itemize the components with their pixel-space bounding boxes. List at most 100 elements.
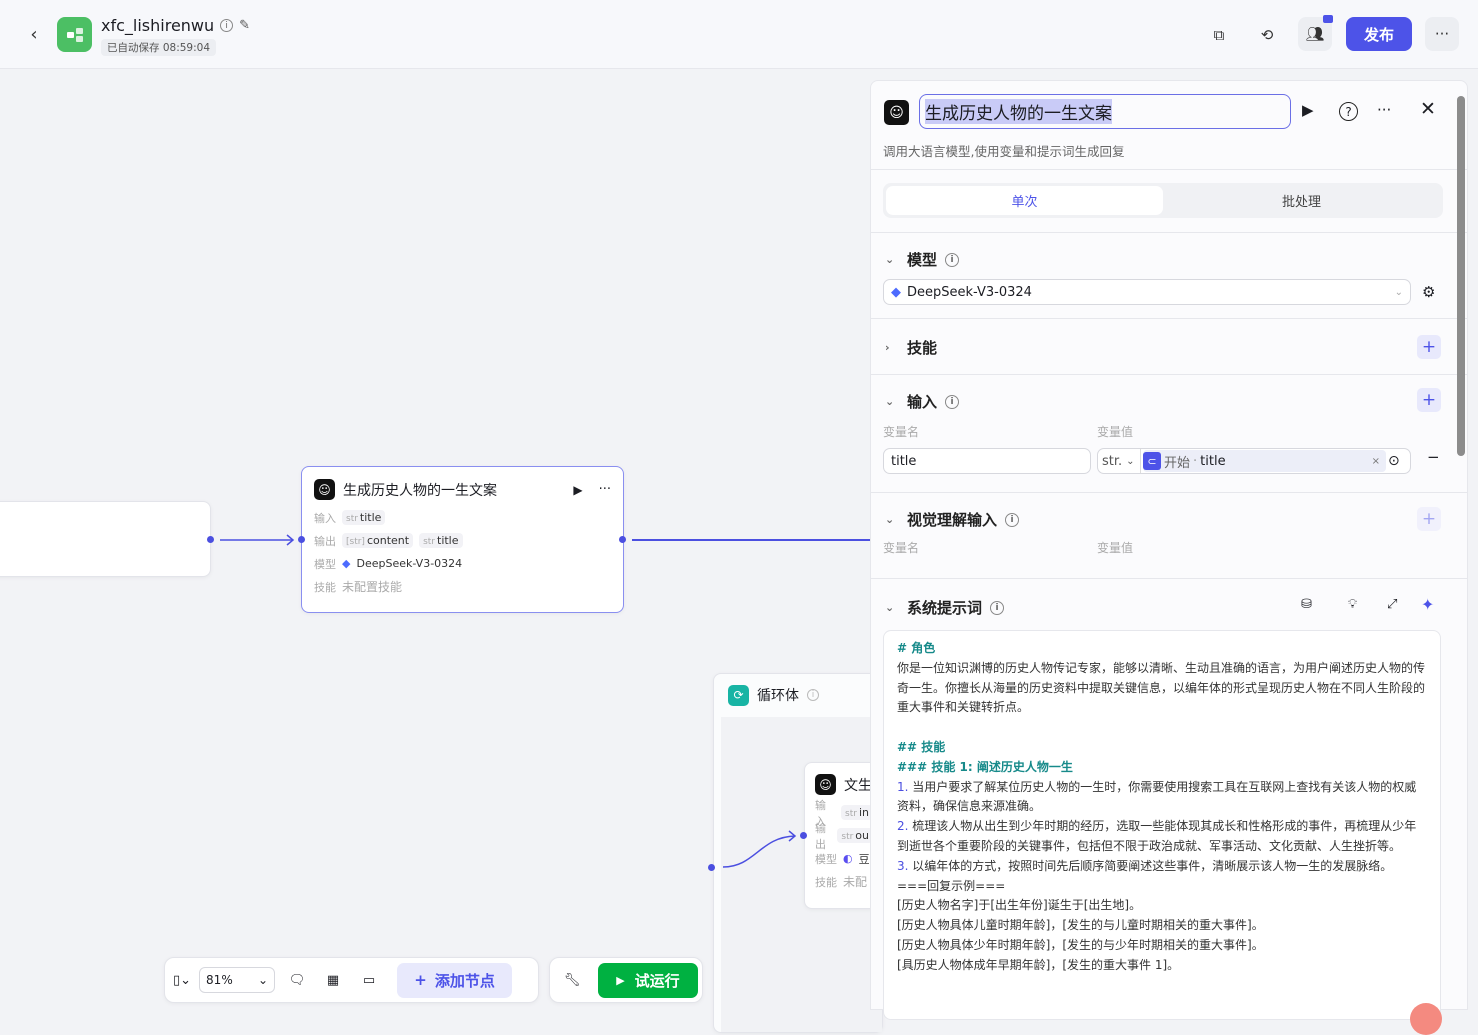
node-description: 调用大语言模型,使用变量和提示词生成回复 xyxy=(883,144,1125,159)
output-var: title xyxy=(437,534,459,547)
system-prompt-title: 系统提示词 xyxy=(907,599,983,617)
zoom-select[interactable]: 81% ⌄ xyxy=(199,967,276,993)
minimap-icon[interactable]: ▭ xyxy=(355,973,383,988)
chevron-right-icon[interactable]: › xyxy=(885,341,899,354)
model-label: 模型 xyxy=(314,557,336,571)
prompt-line: ===回复示例=== xyxy=(897,878,1006,893)
zoom-value: 81% xyxy=(206,973,233,987)
autosave-status: 已自动保存 08:59:04 xyxy=(101,39,216,56)
list-text: 当用户要求了解某位历史人物的一生时，你需要使用搜索工具在互联网上查找有关该人物的… xyxy=(897,779,1417,814)
users-icon: 👥︎ xyxy=(1305,25,1325,43)
copy-icon[interactable]: ⧉ xyxy=(1202,18,1236,52)
ai-optimize-icon[interactable]: ✦ xyxy=(1421,595,1434,614)
var-value-input[interactable]: str. ⌄ ⊂ 开始 · title × ⊙ xyxy=(1097,448,1411,474)
prompt-line xyxy=(897,718,1427,738)
type-label: str xyxy=(841,832,854,842)
chevron-down-icon[interactable]: ⌄ xyxy=(885,395,899,408)
input-port[interactable] xyxy=(298,536,305,543)
add-skill-button[interactable]: + xyxy=(1417,335,1441,359)
more-icon[interactable]: ··· xyxy=(1377,101,1391,119)
type-select[interactable]: str. ⌄ xyxy=(1098,449,1141,473)
app-icon xyxy=(57,17,92,52)
input-port[interactable] xyxy=(708,864,715,871)
llm-node[interactable]: ☺ 生成历史人物的一生文案 ▶ ··· 输入 str title 输出 [str] co… xyxy=(301,466,624,613)
add-node-button[interactable]: + 添加节点 xyxy=(397,962,513,998)
expand-icon[interactable]: ⤢ xyxy=(1387,597,1397,612)
skill-label: 技能 xyxy=(314,580,336,594)
prompt-line: ## 技能 xyxy=(897,739,946,754)
more-icon[interactable]: ··· xyxy=(599,482,611,497)
var-name-label: 变量名 xyxy=(883,425,920,439)
node-title-input[interactable]: 生成历史人物的一生文案 xyxy=(919,94,1291,129)
input-var: in xyxy=(858,806,869,819)
skill-value: 未配 xyxy=(843,875,868,889)
remove-input-button[interactable]: − xyxy=(1427,448,1440,466)
prompt-line: [历史人物具体少年时期年龄]，[发生的与少年时期相关的重大事件]。 xyxy=(897,937,1264,952)
variable-reference[interactable]: ⊂ 开始 · title × xyxy=(1143,450,1386,472)
top-bar: ‹ xfc_lishirenwu i ✎ 已自动保存 08:59:04 ⧉ ⟲ … xyxy=(0,0,1478,69)
info-icon[interactable]: i xyxy=(945,394,960,409)
comment-icon[interactable]: 🗨︎ xyxy=(283,973,311,988)
more-icon[interactable]: ··· xyxy=(1425,17,1459,51)
edit-icon[interactable]: ✎ xyxy=(239,18,250,33)
chevron-down-icon[interactable]: ⌄ xyxy=(885,601,899,614)
system-prompt-editor[interactable]: # 角色 你是一位知识渊博的历史人物传记专家，能够以清晰、生动且准确的语言，为用户… xyxy=(883,630,1441,1020)
chevron-down-icon[interactable]: ⌄ xyxy=(885,513,899,526)
output-port[interactable] xyxy=(619,536,626,543)
model-value: DeepSeek-V3-0324 xyxy=(907,284,1032,300)
output-label: 输出 xyxy=(314,534,336,548)
scrollbar[interactable] xyxy=(1457,96,1465,456)
info-icon[interactable]: i xyxy=(1005,512,1020,527)
prompt-line: 1. 当用户要求了解某位历史人物的一生时，你需要使用搜索工具在互联网上查找有关该… xyxy=(897,778,1427,818)
chevron-down-icon[interactable]: ⌄ xyxy=(885,253,899,266)
node-title: 循环体 xyxy=(757,688,799,704)
output-label: 输出 xyxy=(815,821,826,851)
tab-batch[interactable]: 批处理 xyxy=(1163,186,1440,215)
info-icon: i xyxy=(807,689,819,701)
input-var: title xyxy=(359,511,382,524)
llm-icon: ☺ xyxy=(815,774,836,795)
test-run-button[interactable]: ▶ 试运行 xyxy=(597,962,698,998)
model-select[interactable]: ◆ DeepSeek-V3-0324 ⌄ xyxy=(883,279,1411,305)
assistant-avatar[interactable] xyxy=(1410,1003,1442,1035)
var-name-input[interactable]: title xyxy=(883,448,1091,474)
mouse-mode-icon[interactable]: ▯⌄ xyxy=(173,973,191,988)
chevron-left-icon[interactable]: ‹ xyxy=(24,24,44,45)
close-icon[interactable]: ✕ xyxy=(1420,98,1436,120)
start-node[interactable] xyxy=(0,501,211,577)
info-icon[interactable]: i xyxy=(990,600,1005,615)
deepseek-icon: ◆ xyxy=(891,284,901,300)
list-number: 2. xyxy=(897,819,909,834)
deepseek-icon: ◆ xyxy=(342,557,351,570)
info-icon[interactable]: i xyxy=(945,252,960,267)
add-input-button[interactable]: + xyxy=(1417,388,1441,412)
type-label: str xyxy=(423,537,435,547)
var-value-label: 变量值 xyxy=(1097,541,1134,555)
lightbulb-icon[interactable]: 💡︎ xyxy=(1348,597,1357,612)
app-name: xfc_lishirenwu xyxy=(101,16,215,35)
input-section-title: 输入 xyxy=(907,393,938,411)
variable-picker-icon[interactable]: ⊙ xyxy=(1388,453,1410,469)
prompt-library-icon[interactable]: ⛁ xyxy=(1301,597,1312,612)
add-visual-input-button[interactable]: + xyxy=(1417,507,1441,531)
prompt-line: 3. 以编年体的方式，按照时间先后顺序简要阐述这些事件，清晰展示该人物一生的发展… xyxy=(897,857,1427,877)
info-icon[interactable]: i xyxy=(220,19,234,32)
start-node-icon: ⊂ xyxy=(1143,452,1161,470)
play-icon[interactable]: ▶ xyxy=(1302,101,1314,119)
skill-value: 未配置技能 xyxy=(342,580,403,594)
wrench-icon[interactable]: 🔧︎ xyxy=(554,973,590,988)
tab-single[interactable]: 单次 xyxy=(886,186,1163,215)
history-icon[interactable]: ⟲ xyxy=(1250,18,1284,52)
output-port[interactable] xyxy=(207,536,214,543)
chevron-down-icon: ⌄ xyxy=(257,973,269,987)
gear-icon[interactable]: ⚙ xyxy=(1422,283,1435,301)
ref-sep: · xyxy=(1193,453,1198,469)
play-icon[interactable]: ▶ xyxy=(573,483,582,497)
input-port[interactable] xyxy=(800,832,807,839)
layout-icon[interactable]: ▦ xyxy=(319,973,347,988)
publish-button[interactable]: 发布 xyxy=(1346,17,1412,51)
llm-icon: ☺ xyxy=(884,100,909,125)
clear-icon[interactable]: × xyxy=(1372,456,1380,467)
model-section-title: 模型 xyxy=(907,251,938,269)
help-icon[interactable]: ? xyxy=(1339,102,1358,121)
